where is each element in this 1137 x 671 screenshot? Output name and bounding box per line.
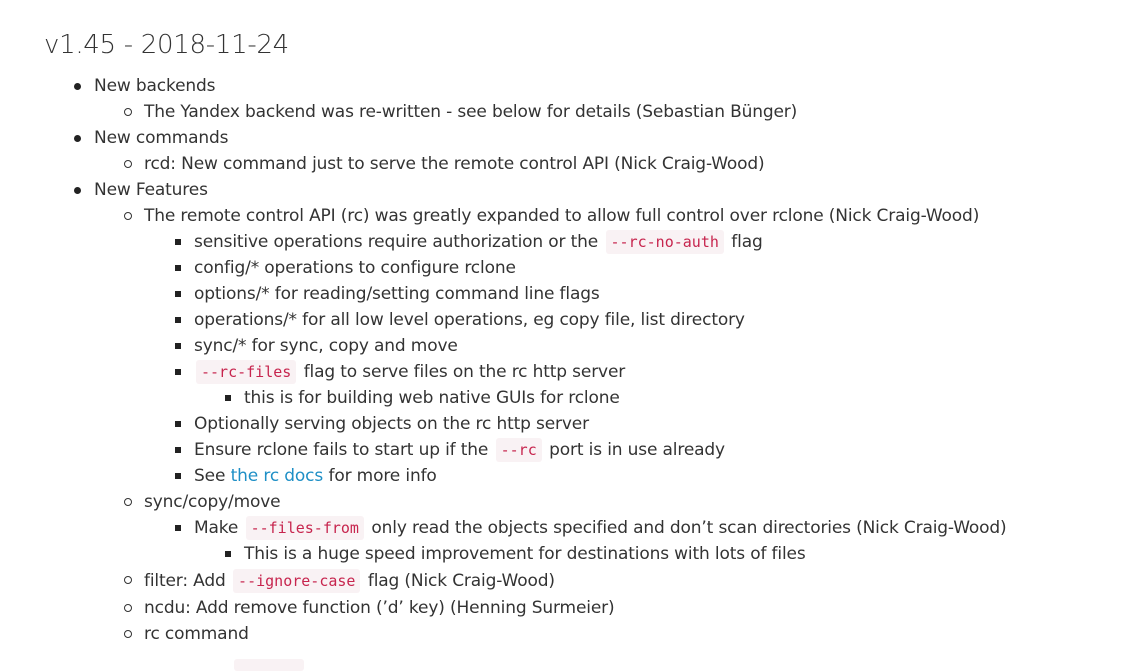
bullet-square-icon	[175, 317, 181, 323]
item-text: The remote control API (rc) was greatly …	[144, 206, 980, 226]
code-flag: --rc-no-auth	[605, 230, 724, 254]
list-item-ncdu: ncdu: Add remove function (’d’ key) (Hen…	[0, 595, 1007, 621]
code-flag: --files-from	[245, 516, 364, 540]
item-text: This is a huge speed improvement for des…	[244, 544, 806, 564]
item-text: See	[194, 466, 226, 486]
bullet-disc-icon	[74, 135, 81, 142]
bullet-square-icon	[225, 395, 231, 401]
list-item: sync/* for sync, copy and move	[0, 333, 1007, 359]
item-text: options/* for reading/setting command li…	[194, 284, 600, 304]
list-item-new-commands: New commands	[0, 125, 1007, 151]
item-text: flag (Nick Craig-Wood)	[367, 571, 555, 591]
item-text: sync/copy/move	[144, 492, 281, 512]
section-label: New commands	[94, 128, 229, 148]
list-item-filter: filter: Add --ignore-case flag (Nick Cra…	[0, 567, 1007, 595]
section-label: New backends	[94, 76, 216, 96]
bullet-square-icon	[175, 421, 181, 427]
code-flag: --rc-files	[196, 360, 297, 384]
list-item: See the rc docs for more info	[0, 463, 1007, 489]
bullet-square-icon	[175, 343, 181, 349]
item-text: only read the objects specified and don’…	[371, 518, 1007, 538]
bullet-circle-icon	[124, 576, 132, 584]
list-item: Optionally serving objects on the rc htt…	[0, 411, 1007, 437]
bullet-square-icon	[175, 369, 181, 375]
bullet-circle-icon	[124, 604, 132, 612]
item-text: flag	[731, 232, 763, 252]
item-text: for more info	[328, 466, 437, 486]
rc-docs-link[interactable]: the rc docs	[231, 466, 324, 486]
bullet-disc-icon	[74, 83, 81, 90]
list-item-rc-command: rc command	[0, 621, 1007, 647]
item-text: Optionally serving objects on the rc htt…	[194, 414, 589, 434]
release-notes-list: New backends The Yandex backend was re-w…	[0, 73, 1007, 647]
list-item: options/* for reading/setting command li…	[0, 281, 1007, 307]
release-heading: v1.45 - 2018-11-24	[44, 30, 289, 60]
item-text: Ensure rclone fails to start up if the	[194, 440, 489, 460]
bullet-square-icon	[175, 525, 181, 531]
bullet-square-icon	[175, 473, 181, 479]
item-text: sync/* for sync, copy and move	[194, 336, 458, 356]
item-text: rc command	[144, 624, 249, 644]
item-text: operations/* for all low level operation…	[194, 310, 745, 330]
list-item: --rc-files flag to serve files on the rc…	[0, 359, 1007, 385]
list-item: The Yandex backend was re-written - see …	[0, 99, 1007, 125]
item-text: port is in use already	[549, 440, 725, 460]
list-item-new-features: New Features	[0, 177, 1007, 203]
list-item: sensitive operations require authorizati…	[0, 229, 1007, 255]
item-text: The Yandex backend was re-written - see …	[144, 102, 798, 122]
bullet-circle-icon	[124, 498, 132, 506]
bullet-disc-icon	[74, 187, 81, 194]
item-text: ncdu: Add remove function (’d’ key) (Hen…	[144, 598, 615, 618]
bullet-circle-icon	[124, 630, 132, 638]
section-label: New Features	[94, 180, 208, 200]
bullet-square-icon	[225, 551, 231, 557]
bullet-square-icon	[175, 239, 181, 245]
list-item: config/* operations to configure rclone	[0, 255, 1007, 281]
item-text: filter: Add	[144, 571, 226, 591]
list-item: Make --files-from only read the objects …	[0, 515, 1007, 541]
item-text: rcd: New command just to serve the remot…	[144, 154, 765, 174]
item-text: config/* operations to configure rclone	[194, 258, 516, 278]
bullet-square-icon	[175, 265, 181, 271]
list-item-rc-api: The remote control API (rc) was greatly …	[0, 203, 1007, 229]
list-item: Ensure rclone fails to start up if the -…	[0, 437, 1007, 463]
bullet-circle-icon	[124, 108, 132, 116]
item-text: Make	[194, 518, 239, 538]
bullet-square-icon	[175, 291, 181, 297]
list-item: operations/* for all low level operation…	[0, 307, 1007, 333]
bullet-square-icon	[175, 447, 181, 453]
list-item: This is a huge speed improvement for des…	[0, 541, 1007, 567]
list-item-sync-copy-move: sync/copy/move	[0, 489, 1007, 515]
code-flag: --rc	[495, 438, 542, 462]
item-text: flag to serve files on the rc http serve…	[303, 362, 626, 382]
item-text: this is for building web native GUIs for…	[244, 388, 620, 408]
list-item: rcd: New command just to serve the remot…	[0, 151, 1007, 177]
bullet-circle-icon	[124, 160, 132, 168]
item-text: sensitive operations require authorizati…	[194, 232, 599, 252]
list-item-new-backends: New backends	[0, 73, 1007, 99]
list-item: this is for building web native GUIs for…	[0, 385, 1007, 411]
bullet-circle-icon	[124, 212, 132, 220]
code-flag: --ignore-case	[233, 569, 361, 593]
